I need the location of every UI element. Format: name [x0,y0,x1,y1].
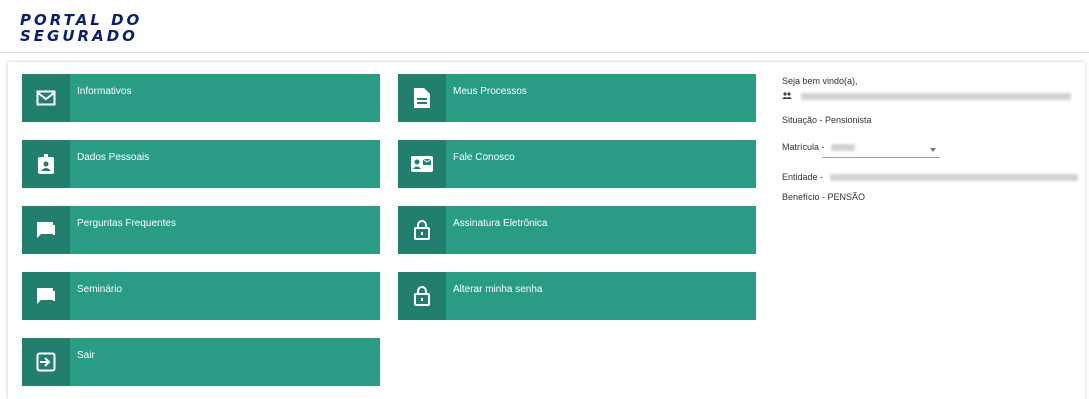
entidade-label: Entidade - [782,172,824,182]
tile-seminario[interactable]: Seminário [22,272,380,320]
situacao-text: Situação - Pensionista [782,115,872,125]
tile-sair[interactable]: Sair [22,338,380,386]
tile-dados-pessoais[interactable]: Dados Pessoais [22,140,380,188]
entidade-row: Entidade - [782,172,1078,182]
chat-icon [22,206,70,254]
document-icon [398,74,446,122]
tile-meus-processos[interactable]: Meus Processos [398,74,756,122]
contact-card-icon [398,140,446,188]
people-icon [782,91,795,101]
redacted-matricula [831,144,856,152]
tile-alterar-senha[interactable]: Alterar minha senha [398,272,756,320]
beneficio-text: Benefício - PENSÃO [782,192,866,202]
tile-label: Informativos [77,86,132,97]
mail-icon [22,74,70,122]
tile-assinatura-eletronica[interactable]: Assinatura Eletrônica [398,206,756,254]
tile-label: Sair [77,350,95,361]
matricula-label: Matrícula - [782,142,825,152]
tile-label: Fale Conosco [453,152,515,163]
logo-line2: SEGURADO [20,27,138,45]
welcome-text: Seja bem vindo(a), [782,76,858,86]
user-name-row [782,91,1071,101]
tile-label: Alterar minha senha [453,284,543,295]
lock-icon [398,272,446,320]
logo-line1: PORTAL DO [20,11,143,29]
tile-fale-conosco[interactable]: Fale Conosco [398,140,756,188]
tile-label: Meus Processos [453,86,527,97]
tile-label: Perguntas Frequentes [77,218,176,229]
chat-icon [22,272,70,320]
redacted-entidade [829,174,1078,182]
matricula-row: Matrícula - [782,142,856,152]
portal-logo: PORTAL DO SEGURADO [20,12,142,44]
tile-label: Seminário [77,284,123,295]
exit-icon [22,338,70,386]
tile-informativos[interactable]: Informativos [22,74,380,122]
id-badge-icon [22,140,70,188]
tile-label: Assinatura Eletrônica [453,218,548,229]
chevron-down-icon[interactable] [930,148,936,152]
tile-label: Dados Pessoais [77,152,150,163]
matricula-select-underline [822,157,940,158]
lock-icon [398,206,446,254]
header-divider [0,52,1089,53]
tile-perguntas-frequentes[interactable]: Perguntas Frequentes [22,206,380,254]
redacted-user-name [800,93,1071,101]
